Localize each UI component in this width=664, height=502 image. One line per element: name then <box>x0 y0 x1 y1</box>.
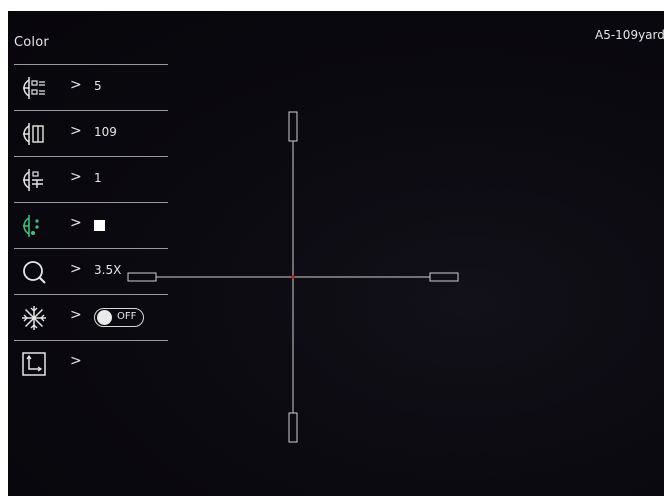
reticle-right-post <box>429 272 459 282</box>
reticle-top-post <box>288 111 298 142</box>
reticle-center-dot <box>291 275 295 279</box>
thermal-view: Color A5-109yard > 5 > 109 > 1 > > 3.5X … <box>8 11 664 496</box>
reticle-left-post <box>127 272 157 282</box>
reticle-bottom-post <box>288 412 298 443</box>
crosshair-reticle <box>127 111 459 443</box>
